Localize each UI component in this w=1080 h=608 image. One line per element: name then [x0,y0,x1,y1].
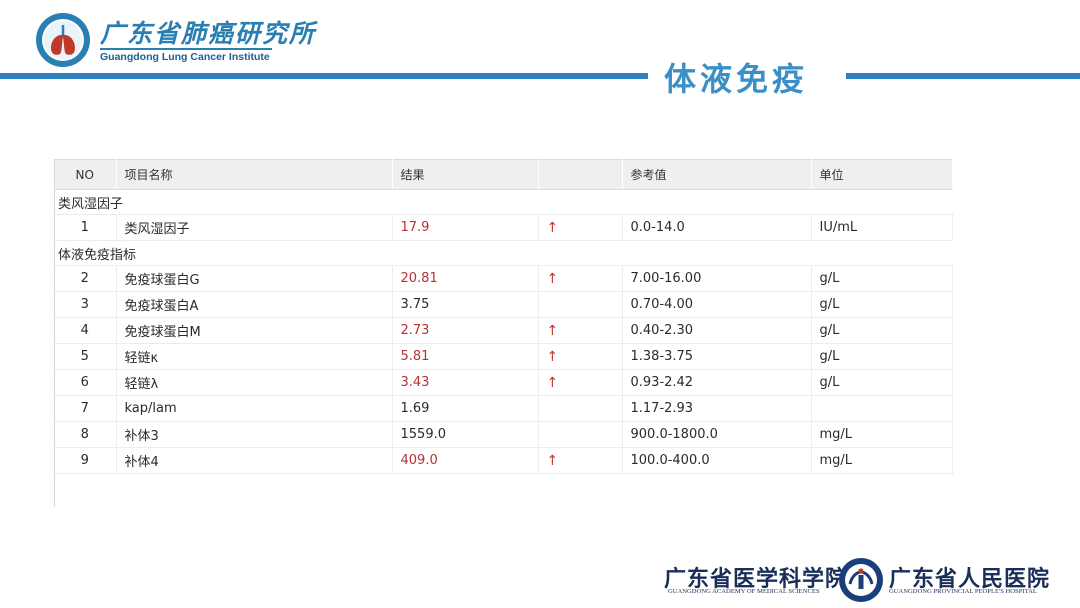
cell-reference: 0.40-2.30 [622,317,812,344]
table-row: 3 免疫球蛋白A 3.75 0.70-4.00 g/L [54,291,953,318]
cell-unit: g/L [811,369,953,396]
table-row: 8 补体3 1559.0 900.0-1800.0 mg/L [54,421,953,448]
cell-item: 免疫球蛋白G [116,265,393,292]
academy-name-en: GUANGDONG ACADEMY OF MEDICAL SCIENCES [668,588,820,595]
group-label: 体液免疫指标 [54,240,952,266]
cell-result: 1559.0 [392,421,539,448]
cell-flag [538,291,623,318]
cell-flag: ↑ [538,265,623,292]
cell-reference: 1.17-2.93 [622,395,812,422]
cell-unit: IU/mL [811,214,953,241]
cell-unit: g/L [811,343,953,370]
cell-item: 轻链λ [116,369,393,396]
header-bar-right [846,73,1080,79]
cell-reference: 900.0-1800.0 [622,421,812,448]
header-bar-left [0,73,648,79]
slide-header: 广东省肺癌研究所 Guangdong Lung Cancer Institute… [0,0,1080,110]
page-title: 体液免疫 [664,60,809,98]
cell-no: 8 [54,421,117,448]
cell-no: 4 [54,317,117,344]
cell-no: 1 [54,214,117,241]
cell-result: 3.43 [392,369,539,396]
cell-item: 轻链κ [116,343,393,370]
cell-result: 3.75 [392,291,539,318]
table-row: 6 轻链λ 3.43 ↑ 0.93-2.42 g/L [54,369,953,396]
column-header-no: NO [54,159,117,190]
column-header-flag [538,159,623,190]
group-label: 类风湿因子 [54,189,952,215]
lab-results-panel: NO 项目名称 结果 参考值 单位 类风湿因子 1 类风湿因子 17.9 ↑ 0.0-14… [54,159,953,507]
lab-results-table: NO 项目名称 结果 参考值 单位 类风湿因子 1 类风湿因子 17.9 ↑ 0.0-14… [54,159,953,474]
column-header-item: 项目名称 [116,159,393,190]
cell-no: 3 [54,291,117,318]
cell-item: 类风湿因子 [116,214,393,241]
cell-flag: ↑ [538,214,623,241]
cell-no: 2 [54,265,117,292]
column-header-unit: 单位 [811,159,953,190]
cell-flag: ↑ [538,369,623,396]
table-row: 2 免疫球蛋白G 20.81 ↑ 7.00-16.00 g/L [54,265,953,292]
cell-reference: 7.00-16.00 [622,265,812,292]
group-row: 类风湿因子 [54,189,952,215]
table-row: 1 类风湿因子 17.9 ↑ 0.0-14.0 IU/mL [54,214,953,241]
cell-no: 9 [54,447,117,474]
cell-flag: ↑ [538,343,623,370]
cell-unit: g/L [811,317,953,344]
cell-flag [538,395,623,422]
table-row: 5 轻链κ 5.81 ↑ 1.38-3.75 g/L [54,343,953,370]
cell-unit [811,395,953,422]
cell-no: 6 [54,369,117,396]
panel-left-border [54,159,55,507]
cell-reference: 1.38-3.75 [622,343,812,370]
cell-result: 409.0 [392,447,539,474]
cell-no: 5 [54,343,117,370]
cell-item: 补体3 [116,421,393,448]
institute-name-en: Guangdong Lung Cancer Institute [100,51,270,63]
institute-logo-icon [36,13,90,67]
cell-result: 17.9 [392,214,539,241]
cell-result: 1.69 [392,395,539,422]
cell-reference: 100.0-400.0 [622,447,812,474]
cell-reference: 0.93-2.42 [622,369,812,396]
cell-unit: g/L [811,265,953,292]
table-row: 4 免疫球蛋白M 2.73 ↑ 0.40-2.30 g/L [54,317,953,344]
cell-item: 补体4 [116,447,393,474]
cell-result: 20.81 [392,265,539,292]
hospital-name-en: GUANGDONG PROVINCIAL PEOPLE'S HOSPITAL [889,588,1037,595]
hospital-logo-icon [839,558,883,602]
cell-reference: 0.70-4.00 [622,291,812,318]
cell-item: 免疫球蛋白A [116,291,393,318]
cell-reference: 0.0-14.0 [622,214,812,241]
table-row: 9 补体4 409.0 ↑ 100.0-400.0 mg/L [54,447,953,474]
column-header-result: 结果 [392,159,539,190]
cell-flag [538,421,623,448]
cell-item: 免疫球蛋白M [116,317,393,344]
cell-unit: mg/L [811,447,953,474]
table-header-row: NO 项目名称 结果 参考值 单位 [54,159,953,190]
cell-result: 5.81 [392,343,539,370]
table-row: 7 kap/lam 1.69 1.17-2.93 [54,395,953,422]
cell-flag: ↑ [538,317,623,344]
cell-unit: mg/L [811,421,953,448]
logo-divider [100,48,272,50]
column-header-reference: 参考值 [622,159,812,190]
cell-unit: g/L [811,291,953,318]
institute-name-cn: 广东省肺癌研究所 [100,19,317,48]
cell-item: kap/lam [116,395,393,422]
cell-flag: ↑ [538,447,623,474]
cell-no: 7 [54,395,117,422]
cell-result: 2.73 [392,317,539,344]
group-row: 体液免疫指标 [54,240,952,266]
